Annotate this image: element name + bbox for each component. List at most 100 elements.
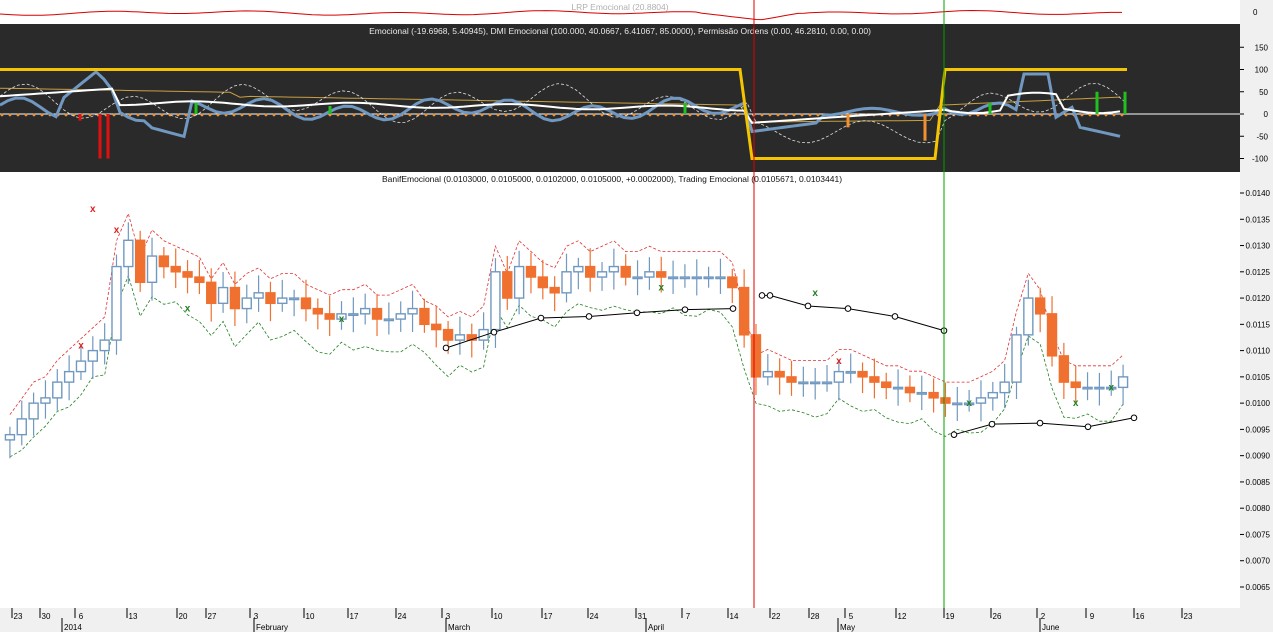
price-trend-point — [1084, 423, 1092, 431]
price-trend-point — [633, 309, 641, 317]
oscillator-dot — [208, 113, 212, 117]
oscillator-dot — [656, 113, 660, 117]
oscillator-dot — [280, 113, 284, 117]
oscillator-dot — [32, 113, 36, 117]
oscillator-dot — [64, 113, 68, 117]
price-candle-body — [348, 313, 359, 317]
price-candle-body — [584, 265, 596, 278]
price-signal-marker: x — [114, 225, 120, 236]
price-candle-body — [762, 370, 774, 378]
price-candle-body — [809, 381, 821, 385]
oscillator-svg: Emocional (-19.6968, 5.40945), DMI Emoci… — [0, 24, 1273, 172]
price-candle-body — [146, 255, 158, 284]
price-candle-body — [525, 265, 537, 278]
price-plot-area — [0, 172, 1240, 608]
oscillator-dot — [1032, 113, 1036, 117]
price-candle-body — [679, 276, 691, 280]
price-signal-marker: x — [185, 304, 191, 315]
oscillator-plot-area — [0, 24, 1240, 172]
time-axis-day-label: 24 — [590, 612, 599, 621]
oscillator-dot — [152, 113, 156, 117]
price-candle-body — [277, 297, 288, 305]
oscillator-dot — [232, 113, 236, 117]
price-candle-body — [75, 360, 87, 373]
time-axis-day-label: 27 — [208, 612, 217, 621]
price-candle-body — [537, 276, 549, 289]
price-y-label: 0.0075 — [1246, 530, 1271, 539]
price-candle-body — [715, 276, 726, 280]
price-y-label: 0.0095 — [1246, 425, 1271, 434]
price-candle-body — [975, 397, 987, 404]
oscillator-dot — [512, 113, 516, 117]
oscillator-dot — [632, 113, 636, 117]
oscillator-dot — [272, 113, 276, 117]
time-axis-month-label: March — [448, 623, 470, 632]
price-candle-body — [656, 271, 667, 278]
price-candle-body — [940, 397, 951, 404]
price-candle-body — [407, 307, 418, 315]
oscillator-dot — [552, 113, 556, 117]
time-axis-day-label: 20 — [179, 612, 188, 621]
oscillator-dot — [496, 113, 500, 117]
price-signal-marker: x — [1073, 398, 1079, 409]
price-y-label: 0.0080 — [1246, 504, 1271, 513]
oscillator-y-label: -50 — [1256, 132, 1268, 141]
oscillator-dot — [360, 113, 364, 117]
oscillator-dot — [792, 113, 796, 117]
price-candle-body — [608, 265, 620, 273]
price-candle-body — [28, 402, 39, 420]
price-trend-point — [1036, 419, 1044, 427]
price-trend-point — [804, 302, 812, 310]
price-candle-body — [359, 307, 371, 315]
oscillator-dot — [1048, 113, 1052, 117]
price-signal-marker: x — [339, 314, 345, 325]
oscillator-dot — [184, 113, 188, 117]
price-candle-body — [419, 307, 430, 326]
price-candle-body — [987, 391, 999, 399]
price-trend-point — [442, 344, 450, 352]
price-candle-body — [241, 297, 252, 310]
price-candle-body — [395, 313, 406, 320]
oscillator-y-label: -100 — [1252, 155, 1269, 164]
oscillator-dot — [352, 113, 356, 117]
oscillator-panel: Emocional (-19.6968, 5.40945), DMI Emoci… — [0, 24, 1273, 172]
price-candle-body — [857, 370, 868, 378]
oscillator-dot — [1008, 113, 1012, 117]
price-trend-point — [766, 292, 774, 299]
lrp-axis-label: 0 — [1253, 8, 1258, 17]
time-axis-day-label: 3 — [446, 612, 451, 621]
price-candle-body — [454, 334, 466, 341]
oscillator-dot — [8, 113, 12, 117]
time-axis-day-label: 10 — [494, 612, 503, 621]
price-candle-body — [632, 276, 643, 280]
price-candle-body — [798, 381, 809, 385]
oscillator-dot — [24, 113, 28, 117]
oscillator-dot — [1000, 113, 1004, 117]
oscillator-dot — [816, 113, 820, 117]
price-candle-body — [1094, 386, 1105, 390]
price-trend-point — [1130, 414, 1138, 422]
oscillator-dot — [376, 113, 380, 117]
time-axis-day-label: 14 — [730, 612, 739, 621]
price-trend-point — [758, 292, 766, 299]
time-axis-day-label: 19 — [946, 612, 955, 621]
oscillator-dot — [344, 113, 348, 117]
oscillator-dot — [456, 113, 460, 117]
oscillator-dot — [576, 113, 580, 117]
price-trend-point — [844, 305, 852, 312]
price-trend-point — [891, 313, 899, 320]
price-candle-body — [288, 297, 300, 301]
time-axis-day-label: 23 — [1184, 612, 1193, 621]
oscillator-dot — [112, 113, 116, 117]
oscillator-dot — [760, 113, 764, 117]
oscillator-dot — [176, 113, 180, 117]
price-y-label: 0.0130 — [1246, 242, 1271, 251]
oscillator-dot — [528, 113, 532, 117]
oscillator-dot — [1112, 113, 1116, 117]
price-signal-marker: x — [812, 288, 818, 299]
price-candle-body — [573, 265, 584, 273]
price-y-label: 0.0140 — [1246, 189, 1271, 198]
oscillator-dot — [1080, 113, 1084, 117]
time-axis-month-label: 2014 — [64, 623, 82, 632]
time-axis-day-label: 16 — [1136, 612, 1145, 621]
